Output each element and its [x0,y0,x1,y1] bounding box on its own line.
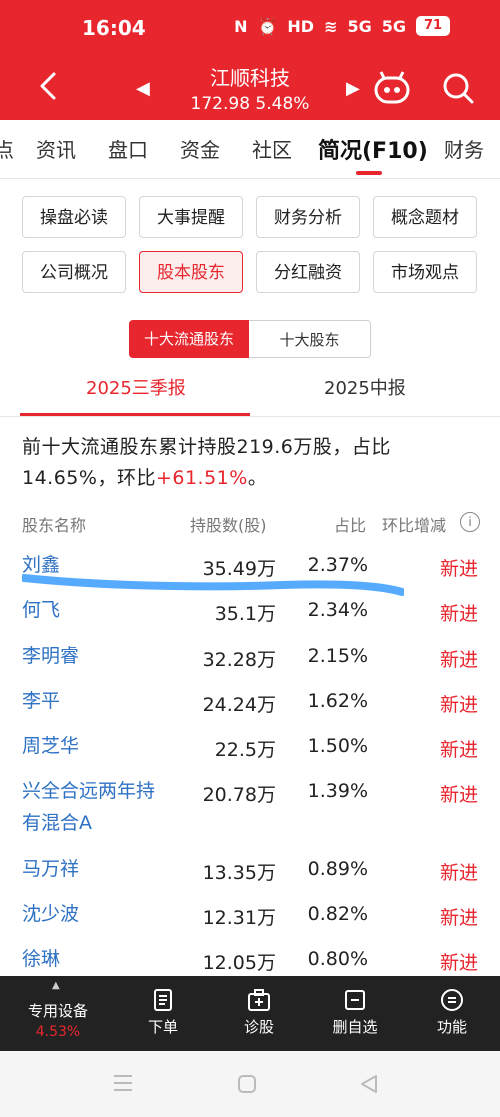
col-header-change: 环比增减 [382,516,447,535]
holder-name[interactable]: 沈少波 [22,898,172,930]
home-icon[interactable] [236,1073,258,1095]
btn-market-views[interactable]: 市场观点 [373,251,477,293]
holder-change: 新进 [439,952,478,974]
order-icon [154,989,172,1011]
holder-shares: 32.28万 [202,649,276,671]
holder-change: 新进 [439,603,478,625]
functions-label: 功能 [436,1018,467,1036]
btn-events[interactable]: 大事提醒 [139,196,243,238]
holder-name[interactable]: 周芝华 [22,730,172,762]
segment-top10[interactable]: 十大股东 [249,320,371,358]
holder-change: 新进 [439,558,478,580]
btn-company-profile[interactable]: 公司概况 [22,251,126,293]
remove-watchlist-label: 删自选 [332,1018,378,1036]
status-icons: N ⏰ HD ≋ 5G 5G 71 [234,16,450,36]
order-label: 下单 [147,1018,178,1036]
period-h1[interactable]: 2025中报 [324,374,406,400]
holder-shares: 20.78万 [202,784,276,806]
holder-pct: 2.34% [307,599,368,621]
tab-funds[interactable]: 资金 [180,134,220,163]
status-bar: 16:04 N ⏰ HD ≋ 5G 5G 71 [0,0,500,56]
holder-pct: 0.89% [307,858,368,880]
battery-icon: 71 [416,16,450,36]
alarm-icon: ⏰ [257,16,278,36]
tab-quote[interactable]: 盘口 [108,134,148,163]
search-icon[interactable] [440,70,476,106]
holder-pct: 2.15% [307,645,368,667]
diagnose-label: 诊股 [243,1018,274,1036]
segment-top10-float[interactable]: 十大流通股东 [129,320,249,358]
status-time: 16:04 [82,16,146,40]
holder-name[interactable]: 李明睿 [22,640,172,672]
functions-button[interactable]: 功能 [402,976,500,1037]
holder-shares: 12.05万 [202,952,276,974]
period-q3[interactable]: 2025三季报 [86,374,186,400]
holder-pct: 1.39% [307,780,368,802]
holder-shares: 24.24万 [202,694,276,716]
remove-watchlist-button[interactable]: 删自选 [305,976,405,1037]
holder-pct: 1.62% [307,690,368,712]
col-header-pct: 占比 [334,516,367,535]
industry-pct: 4.53% [35,1024,81,1040]
holder-shares: 12.31万 [202,907,276,929]
divider [0,416,500,417]
holder-change: 新进 [439,784,478,806]
wifi-icon: ≋ [324,16,338,36]
holder-change: 新进 [439,694,478,716]
robot-assistant-icon[interactable] [372,70,412,106]
holder-shares: 35.1万 [214,603,276,625]
holder-change: 新进 [439,907,478,929]
holder-name[interactable]: 马万祥 [22,853,172,885]
info-icon[interactable]: i [460,512,480,532]
col-header-shares: 持股数(股) [190,516,267,535]
holder-pct: 1.50% [307,735,368,757]
holder-name[interactable]: 兴全合远两年持有混合A [22,775,162,839]
holder-shares: 13.35万 [202,862,276,884]
tab-finance[interactable]: 财务 [444,134,484,163]
holder-change: 新进 [439,862,478,884]
tab-bar: 点 资讯 盘口 资金 社区 简况(F10) 财务 [0,120,500,179]
btn-dividends[interactable]: 分红融资 [256,251,360,293]
stock-name: 江顺科技 [210,66,290,90]
industry-label: 专用设备 [27,1002,88,1020]
minus-box-icon [345,990,365,1010]
recent-apps-icon[interactable] [112,1073,134,1093]
col-header-name: 股东名称 [22,516,87,535]
signal-icon: 5G [347,16,372,36]
caret-up-icon: ▲ [52,980,60,991]
summary-change: +61.51% [155,467,248,489]
btn-financial-analysis[interactable]: 财务分析 [256,196,360,238]
system-nav-bar [0,1051,500,1117]
diagnose-button[interactable]: 诊股 [209,976,309,1037]
holder-name[interactable]: 何飞 [22,594,172,626]
holdings-summary: 前十大流通股东累计持股219.6万股，占比14.65%，环比+61.51%。 [22,436,391,489]
order-button[interactable]: 下单 [113,976,213,1037]
tab-active-indicator [356,171,382,175]
btn-trading-guide[interactable]: 操盘必读 [22,196,126,238]
holder-change: 新进 [439,739,478,761]
btn-concepts[interactable]: 概念题材 [373,196,477,238]
stock-header: ◀ 江顺科技 172.98 5.48% ▶ [0,56,500,120]
tab-f10[interactable]: 简况(F10) [318,133,428,165]
tab-community[interactable]: 社区 [252,134,292,163]
holder-pct: 0.82% [307,903,368,925]
btn-shareholders[interactable]: 股本股东 [139,251,243,293]
diagnose-icon [248,989,270,1011]
bottom-toolbar: ▲ 专用设备 4.53% 下单 诊股 删自选 功能 [0,976,500,1051]
menu-circle-icon [441,989,463,1011]
signal-icon-2: 5G [381,16,406,36]
holder-pct: 0.80% [307,948,368,970]
stock-price: 172.98 5.48% [190,94,310,114]
nfc-icon: N [234,16,248,36]
hd-icon: HD [287,16,315,36]
tab-news[interactable]: 资讯 [36,134,76,163]
holder-shares: 22.5万 [214,739,276,761]
next-stock-icon[interactable]: ▶ [346,78,360,99]
tab-partial[interactable]: 点 [0,134,14,163]
holder-name[interactable]: 徐琳 [22,943,172,975]
holder-name[interactable]: 李平 [22,685,172,717]
back-icon[interactable] [358,1073,380,1095]
holder-change: 新进 [439,649,478,671]
